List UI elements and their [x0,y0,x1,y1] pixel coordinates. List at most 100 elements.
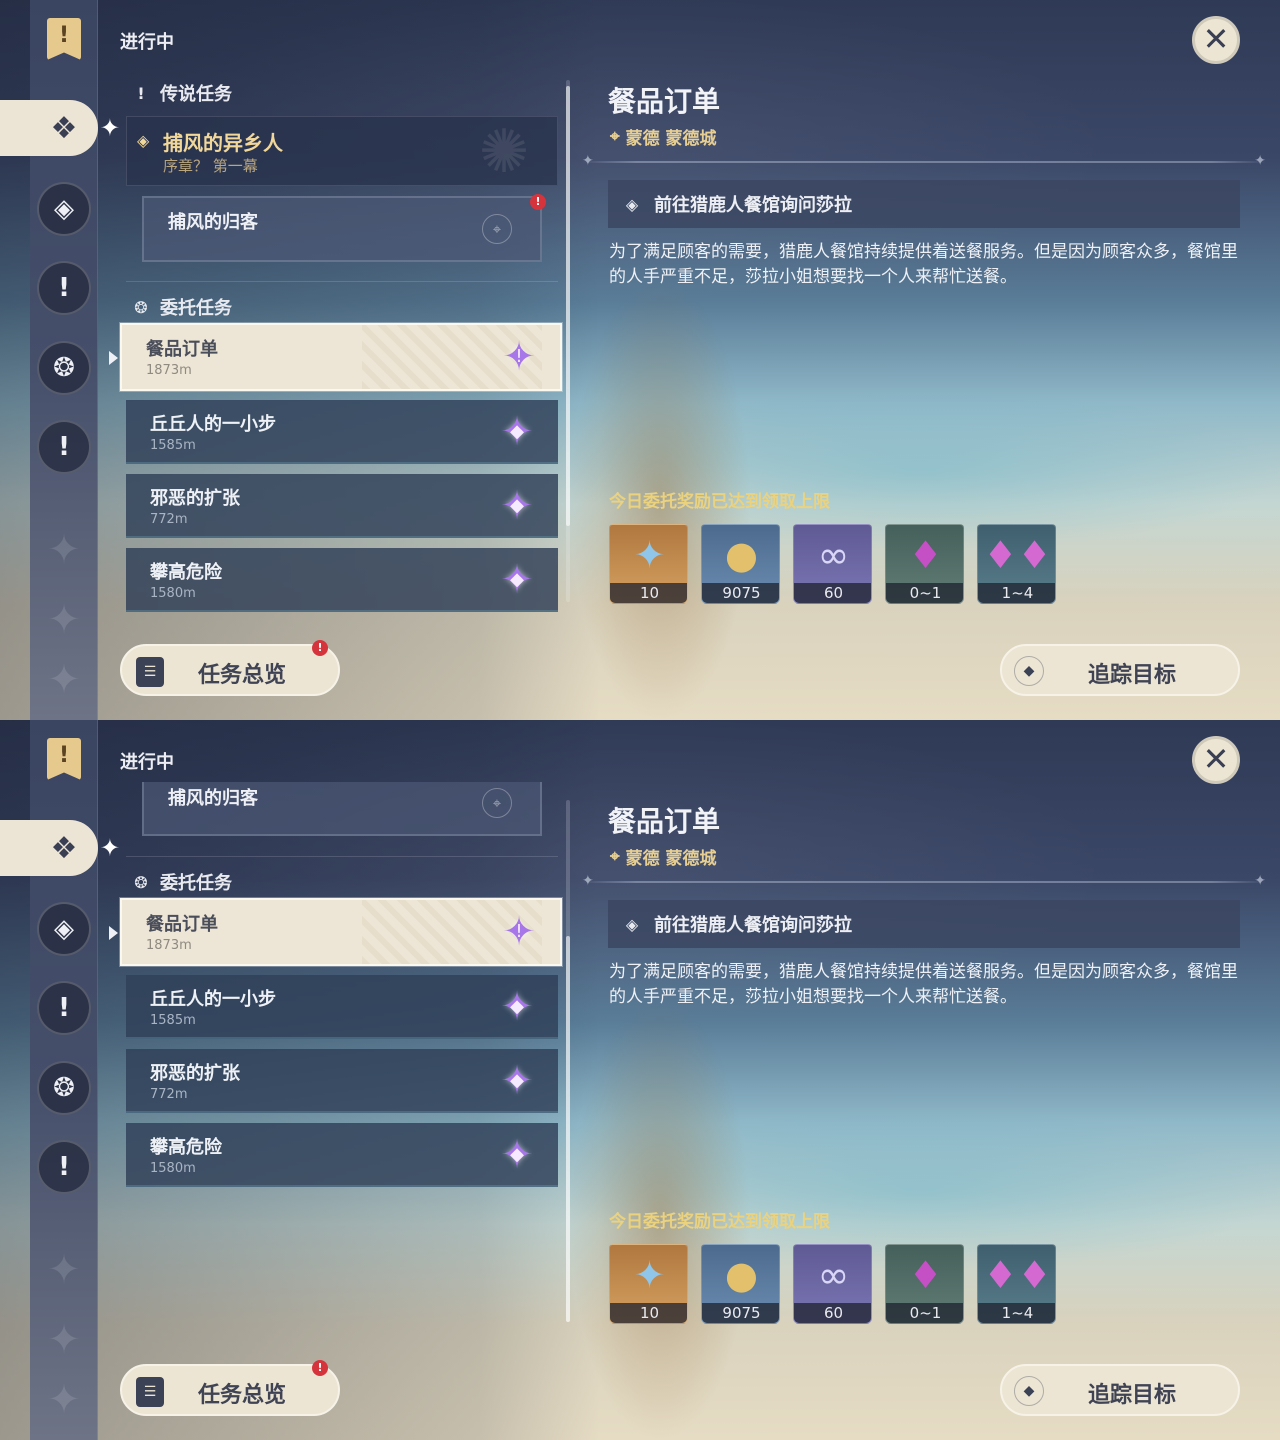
tab-world[interactable]: ! [37,420,91,474]
commission-icon: ❖ [50,830,78,866]
crystal-ore-icon: ♦ [908,533,943,577]
track-target-button[interactable]: ◆ 追踪目标 [1000,1364,1240,1416]
ornament-divider: ✦ ✦ [582,873,1266,889]
section-divider [126,281,558,282]
track-target-button[interactable]: ◆ 追踪目标 [1000,644,1240,696]
list-scrollbar[interactable] [566,800,570,1322]
reward-limit-notice: 今日委托奖励已达到领取上限 [609,1212,830,1232]
commission-name: 丘丘人的一小步 [150,989,276,1010]
exclamation-icon: ! [137,83,145,103]
objective-bar: ◈ 前往猎鹿人餐馆询问莎拉 [608,900,1240,948]
decor-star-icon: ✦ [47,1317,81,1363]
track-diamond-icon: ◆ [1014,656,1044,686]
alert-badge: ! [312,1360,328,1376]
commission-distance: 772m [150,512,188,527]
commission-star-icon: ✦ ◆ [500,557,534,603]
commission-section-label: 委托任务 [160,873,232,894]
reward-item[interactable]: ● 9075 [701,1244,780,1324]
quest-description: 为了满足顾客的需要，猎鹿人餐馆持续提供着送餐服务。但是因为顾客众多，餐馆里的人手… [609,242,1238,287]
commission-item[interactable]: 邪恶的扩张 772m ✦ ◆ [126,1049,558,1113]
detail-location: ⌖ 蒙德 蒙德城 [610,124,717,150]
tab-commission[interactable]: ❂ [37,1061,91,1115]
commission-item[interactable]: 攀高危险 1580m ✦ ◆ [126,548,558,612]
commission-distance: 1873m [146,363,192,378]
commission-diamond-icon: ❂ [134,872,148,892]
reward-item[interactable]: ∞ 60 [793,524,872,604]
commission-item[interactable]: 丘丘人的一小步 1585m ✦ ◆ [126,975,558,1039]
commission-section-title: ❂ 委托任务 [132,294,232,320]
tab-archon[interactable]: ! [37,981,91,1035]
reward-item[interactable]: ♦ 0~1 [885,524,964,604]
commission-distance: 1580m [150,1161,196,1176]
close-button[interactable]: ✕ [1192,736,1240,784]
legend-quest-card[interactable]: ◈ 捕风的异乡人 序章？ 第一幕 ✺ [126,116,558,186]
ornament-divider: ✦ ✦ [582,153,1266,169]
reward-item[interactable]: ✦ 10 [609,1244,688,1324]
scrollbar-thumb[interactable] [566,936,570,1322]
tab-commission[interactable]: ❂ [37,341,91,395]
commission-name: 丘丘人的一小步 [150,414,276,435]
tab-legend[interactable]: ◈ [37,182,91,236]
location-pin-icon[interactable]: ⌖ [482,214,512,244]
reward-limit-notice: 今日委托奖励已达到领取上限 [609,492,830,512]
commission-name: 邪恶的扩张 [150,1063,240,1084]
reward-count: 10 [610,1303,687,1323]
tab-commission-active[interactable]: ❖ ✦ [0,100,120,156]
objective-text: 前往猎鹿人餐馆询问莎拉 [654,195,852,216]
reward-list: ✦ 10 ● 9075 ∞ 60 ♦ 0~1 ♦♦ 1~4 [609,524,1056,604]
list-scrollbar[interactable] [566,80,570,602]
sub-quest-card[interactable]: 捕风的归客 ⌖ [142,196,542,262]
selection-arrow-icon [109,926,118,940]
decor-star-icon: ✦ [47,1247,81,1293]
commission-diamond-icon: ❂ [53,1073,75,1103]
tab-world[interactable]: ! [37,1140,91,1194]
commission-distance: 1585m [150,1013,196,1028]
decor-star-icon: ✦ [47,657,81,703]
sub-quest-card[interactable]: 捕风的归客 ⌖ [142,782,542,836]
quest-overview-button[interactable]: ☰ 任务总览 [120,1364,340,1416]
location-pin-icon[interactable]: ⌖ [482,788,512,818]
exclamation-icon: ! [58,993,70,1023]
exclamation-icon: ! [58,1152,70,1182]
quest-overview-button[interactable]: ☰ 任务总览 [120,644,340,696]
quest-diamond-icon: ◈ [137,131,150,150]
reward-count: 1~4 [978,583,1055,603]
commission-name: 攀高危险 [150,1137,222,1158]
tab-legend[interactable]: ◈ [37,902,91,956]
reward-item[interactable]: ♦♦ 1~4 [977,1244,1056,1324]
legend-section-label: 传说任务 [160,84,232,105]
commission-item-selected[interactable]: 餐品订单 1873m ✦! [120,323,562,391]
commission-item[interactable]: 丘丘人的一小步 1585m ✦ ◆ [126,400,558,464]
close-button[interactable]: ✕ [1192,16,1240,64]
detail-title: 餐品订单 [608,805,721,838]
track-diamond-icon: ◆ [1014,1376,1044,1406]
objective-bar: ◈ 前往猎鹿人餐馆询问莎拉 [608,180,1240,228]
mora-icon: ● [724,1253,759,1297]
reward-item[interactable]: ∞ 60 [793,1244,872,1324]
reward-item[interactable]: ♦♦ 1~4 [977,524,1056,604]
tab-archon[interactable]: ! [37,261,91,315]
commission-item-selected[interactable]: 餐品订单 1873m ✦! [120,898,562,966]
detail-location: ⌖ 蒙德 蒙德城 [610,844,717,870]
quest-screen-top: ! ❖ ✦ ◈ ! ❂ ! ✦ ✦ ✦ 进行中 ! 传说任务 ◈ 捕风的异乡人 … [0,0,1280,720]
reward-item[interactable]: ♦ 0~1 [885,1244,964,1324]
ornament-end-icon: ✦ [1254,873,1266,889]
commission-name: 餐品订单 [146,914,218,935]
commission-item[interactable]: 攀高危险 1580m ✦ ◆ [126,1123,558,1187]
location-pin-icon: ⌖ [610,846,620,867]
reward-count: 1~4 [978,1303,1055,1323]
quest-overview-label: 任务总览 [198,1383,287,1408]
tab-commission-active[interactable]: ❖ ✦ [0,820,120,876]
commission-item[interactable]: 邪恶的扩张 772m ✦ ◆ [126,474,558,538]
detail-title: 餐品订单 [608,85,721,118]
crystal-cluster-icon: ♦♦ [983,1253,1052,1297]
header-in-progress: 进行中 [120,752,174,773]
commission-star-icon: ✦! [502,909,536,955]
commission-section-title: ❂ 委托任务 [132,869,232,895]
sparkle-icon: ✦ [99,834,120,862]
reward-item[interactable]: ● 9075 [701,524,780,604]
exclamation-icon: ! [58,273,70,303]
reward-item[interactable]: ✦ 10 [609,524,688,604]
scrollbar-thumb[interactable] [566,86,570,526]
detail-location-text: 蒙德 蒙德城 [625,129,717,149]
